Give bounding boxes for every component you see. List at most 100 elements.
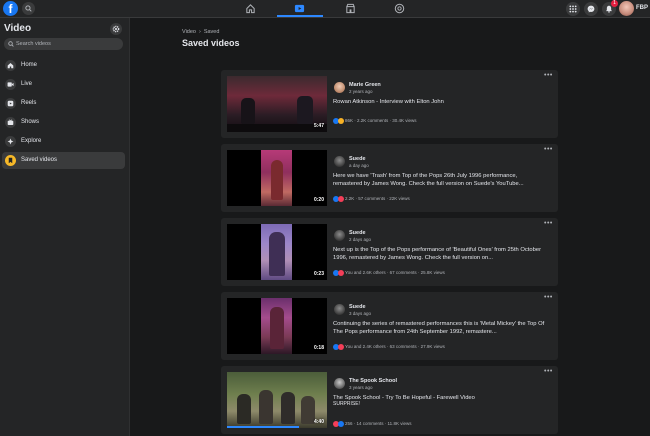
author-name[interactable]: Suede bbox=[349, 230, 366, 236]
more-options-button[interactable]: ••• bbox=[544, 72, 553, 79]
video-thumbnail[interactable]: 4:40 bbox=[227, 372, 327, 428]
home-nav-icon[interactable] bbox=[245, 3, 256, 14]
video-title[interactable]: Rowan Atkinson - Interview with Elton Jo… bbox=[333, 99, 548, 107]
reels-icon-wrap bbox=[5, 98, 16, 109]
video-duration: 0:20 bbox=[313, 197, 324, 203]
more-options-button[interactable]: ••• bbox=[544, 220, 553, 227]
video-thumbnail[interactable]: 5:47 bbox=[227, 76, 327, 132]
post-time: a day ago bbox=[349, 163, 369, 168]
live-icon-wrap bbox=[5, 79, 16, 90]
thumbnail-floor bbox=[227, 124, 327, 132]
live-icon bbox=[7, 82, 14, 87]
sidebar-item-home[interactable]: Home bbox=[2, 57, 125, 74]
breadcrumb: Video › Saved bbox=[182, 29, 219, 35]
video-duration: 0:23 bbox=[313, 271, 324, 277]
home-icon-wrap bbox=[5, 60, 16, 71]
video-title[interactable]: The Spook School - Try To Be Hopeful - F… bbox=[333, 395, 548, 403]
gaming-nav-icon[interactable] bbox=[394, 3, 405, 14]
video-title[interactable]: Next up is the Top of the Pops performan… bbox=[333, 247, 548, 262]
stats-text: You and 2.4K others · 63 comments · 27.9… bbox=[345, 344, 445, 350]
search-videos-input[interactable] bbox=[16, 38, 116, 50]
more-options-button[interactable]: ••• bbox=[544, 368, 553, 375]
messenger-button[interactable] bbox=[584, 2, 598, 16]
top-navigation-bar: f 1 FBP bbox=[0, 0, 650, 18]
love-reaction-icon bbox=[338, 195, 344, 202]
post-time: 3 days ago bbox=[349, 311, 372, 316]
breadcrumb-separator: › bbox=[198, 29, 201, 35]
post-time: 3 years ago bbox=[349, 385, 373, 390]
breadcrumb-current: Saved bbox=[203, 29, 220, 35]
video-nav-icon[interactable] bbox=[294, 3, 305, 14]
video-thumbnail[interactable]: 0:20 bbox=[227, 150, 327, 206]
sidebar-item-label: Reels bbox=[21, 100, 37, 106]
settings-button[interactable] bbox=[110, 23, 122, 35]
sidebar-item-label: Home bbox=[21, 62, 38, 68]
video-title[interactable]: Here we have 'Trash' from Top of the Pop… bbox=[333, 173, 548, 188]
author-avatar[interactable] bbox=[334, 156, 345, 167]
author-name[interactable]: The Spook School bbox=[349, 378, 397, 384]
home-icon bbox=[7, 63, 14, 69]
stats-text: You and 2.6K others · 67 comments · 25.8… bbox=[345, 270, 445, 276]
sidebar-item-shows[interactable]: Shows bbox=[2, 114, 125, 131]
author-name[interactable]: Marie Green bbox=[349, 82, 381, 88]
more-options-button[interactable]: ••• bbox=[544, 146, 553, 153]
thumbnail-figure bbox=[271, 160, 283, 200]
saved-video-card[interactable]: 5:47 Marie Green 2 years ago Rowan Atkin… bbox=[221, 70, 558, 138]
saved-video-card[interactable]: 0:18 Suede 3 days ago Continuing the ser… bbox=[221, 292, 558, 360]
watch-progress-bar bbox=[227, 426, 299, 428]
video-duration: 0:18 bbox=[313, 345, 324, 351]
author-avatar[interactable] bbox=[334, 82, 345, 93]
marketplace-nav-icon[interactable] bbox=[345, 3, 356, 14]
video-stats: 256 · 14 comments · 11.8K views bbox=[333, 415, 411, 427]
saved-video-card[interactable]: 0:20 Suede a day ago Here we have 'Trash… bbox=[221, 144, 558, 212]
thumbnail-figure bbox=[269, 232, 285, 276]
active-tab-indicator bbox=[277, 15, 323, 17]
video-duration: 5:47 bbox=[313, 123, 324, 129]
facebook-logo-icon[interactable]: f bbox=[3, 1, 18, 16]
saved-video-card[interactable]: 0:23 Suede 2 days ago Next up is the Top… bbox=[221, 218, 558, 286]
video-thumbnail[interactable]: 0:23 bbox=[227, 224, 327, 280]
page-title: Saved videos bbox=[182, 38, 240, 48]
breadcrumb-video-link[interactable]: Video bbox=[182, 29, 196, 35]
sidebar-item-saved-videos[interactable]: Saved videos bbox=[2, 152, 125, 169]
thumbnail-figure bbox=[241, 98, 255, 124]
user-initials: FBP bbox=[636, 5, 648, 11]
author-name[interactable]: Suede bbox=[349, 156, 366, 162]
video-subtitle: SURPRISE! bbox=[333, 401, 360, 407]
more-options-button[interactable]: ••• bbox=[544, 294, 553, 301]
bookmark-icon-wrap bbox=[5, 155, 16, 166]
stats-text: 86K · 2.2K comments · 30.4K views bbox=[345, 118, 417, 124]
video-duration: 4:40 bbox=[313, 419, 324, 425]
profile-avatar[interactable] bbox=[619, 1, 634, 16]
post-time: 2 days ago bbox=[349, 237, 372, 242]
video-thumbnail[interactable]: 0:18 bbox=[227, 298, 327, 354]
grid-menu-icon bbox=[569, 5, 577, 13]
video-stats: You and 2.4K others · 63 comments · 27.9… bbox=[333, 338, 445, 350]
gear-icon bbox=[112, 25, 120, 33]
sidebar-item-explore[interactable]: Explore bbox=[2, 133, 125, 150]
thumbnail-figure bbox=[301, 396, 315, 424]
video-sidebar: Video Home Live Reels Shows Explore Save… bbox=[0, 18, 130, 436]
video-title[interactable]: Continuing the series of remastered perf… bbox=[333, 321, 548, 336]
author-name[interactable]: Suede bbox=[349, 304, 366, 310]
bookmark-icon bbox=[8, 157, 13, 164]
explore-icon bbox=[7, 138, 14, 145]
sidebar-item-live[interactable]: Live bbox=[2, 76, 125, 93]
sidebar-search[interactable] bbox=[4, 38, 123, 50]
video-stats: You and 2.6K others · 67 comments · 25.8… bbox=[333, 264, 445, 276]
sidebar-title: Video bbox=[4, 23, 32, 34]
thumbnail-figure bbox=[270, 307, 284, 349]
explore-icon-wrap bbox=[5, 136, 16, 147]
saved-video-card[interactable]: 4:40 The Spook School 3 years ago The Sp… bbox=[221, 366, 558, 434]
reels-icon bbox=[7, 100, 14, 107]
stats-text: 256 · 14 comments · 11.8K views bbox=[345, 421, 412, 427]
search-button[interactable] bbox=[22, 2, 35, 15]
author-avatar[interactable] bbox=[334, 378, 345, 389]
author-avatar[interactable] bbox=[334, 230, 345, 241]
sidebar-item-reels[interactable]: Reels bbox=[2, 95, 125, 112]
menu-button[interactable] bbox=[566, 2, 580, 16]
thumbnail-figure bbox=[259, 390, 273, 424]
love-reaction-icon bbox=[338, 343, 344, 350]
author-avatar[interactable] bbox=[334, 304, 345, 315]
thumbnail-figure bbox=[237, 394, 251, 424]
